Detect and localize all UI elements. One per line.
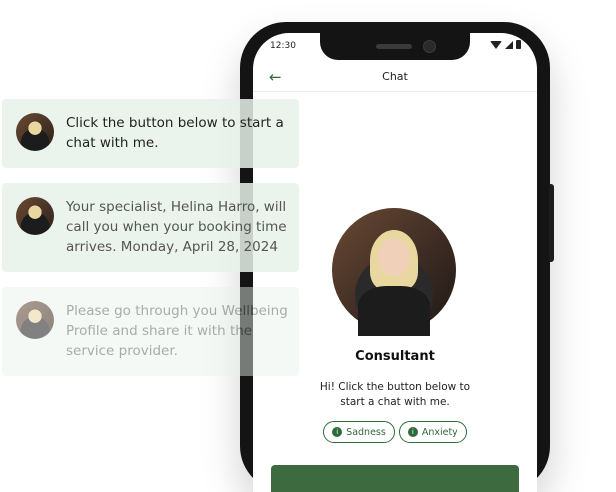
info-icon: i — [332, 427, 343, 437]
avatar-face — [378, 238, 410, 276]
intro-text: Hi! Click the button below to start a ch… — [319, 381, 471, 408]
signal-icon — [505, 40, 513, 49]
status-icons — [490, 40, 521, 49]
status-time: 12:30 — [270, 41, 296, 51]
notification-card: Please go through you Wellbeing Profile … — [2, 287, 299, 376]
notification-card: Click the button below to start a chat w… — [2, 99, 299, 168]
wifi-icon — [490, 40, 502, 49]
tag-sadness[interactable]: i Sadness — [323, 421, 395, 443]
tag-list: i Sadness i Anxiety — [253, 421, 537, 443]
tag-anxiety[interactable]: i Anxiety — [398, 421, 467, 443]
page-title: Chat — [382, 70, 408, 83]
top-bar: ← Chat — [253, 65, 537, 92]
start-chat-button[interactable] — [271, 465, 519, 492]
card-text: Your specialist, Helina Harro, will call… — [66, 199, 287, 255]
card-text: Click the button below to start a chat w… — [66, 115, 284, 151]
avatar — [16, 197, 54, 235]
battery-icon — [516, 40, 521, 49]
avatar — [16, 113, 54, 151]
consultant-avatar — [332, 208, 456, 336]
card-text: Please go through you Wellbeing Profile … — [66, 303, 288, 359]
avatar — [16, 301, 54, 339]
side-button — [549, 184, 554, 262]
info-icon: i — [407, 427, 418, 437]
camera — [423, 40, 436, 53]
notch — [320, 33, 470, 60]
tag-label: Sadness — [346, 426, 386, 438]
tag-label: Anxiety — [421, 426, 458, 438]
notification-card: Your specialist, Helina Harro, will call… — [2, 183, 299, 272]
speaker — [376, 44, 412, 49]
avatar-body — [358, 286, 430, 336]
